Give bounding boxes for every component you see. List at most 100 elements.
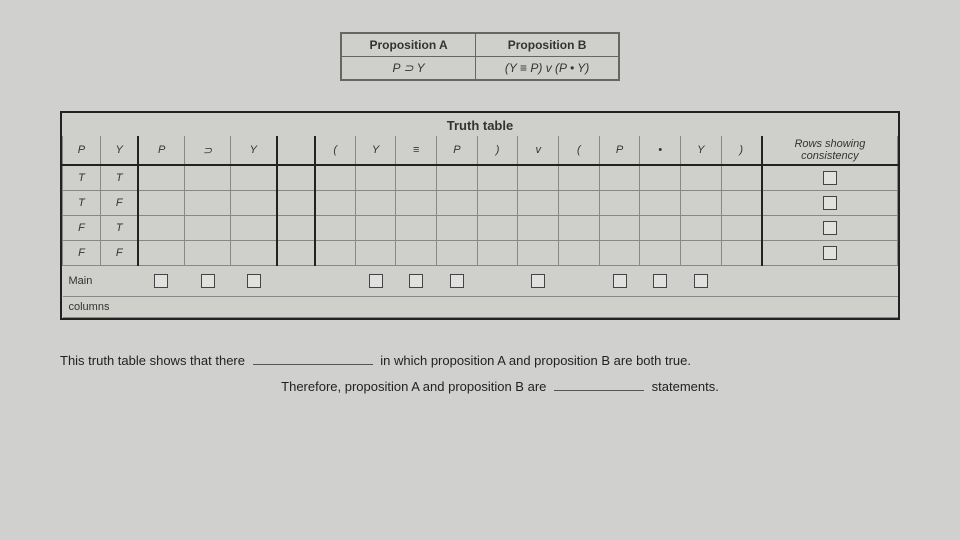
consistency-check[interactable] [762, 216, 898, 241]
cell[interactable] [640, 165, 681, 191]
cell-y: T [100, 165, 138, 191]
main-col-check[interactable] [681, 266, 722, 297]
blank-input-1[interactable] [253, 350, 373, 365]
main-col-check[interactable] [138, 266, 184, 297]
checkbox-icon[interactable] [823, 221, 837, 235]
main-col-check[interactable] [437, 266, 478, 297]
cell[interactable] [184, 165, 230, 191]
cell[interactable] [184, 241, 230, 266]
cell[interactable] [315, 165, 356, 191]
cell[interactable] [315, 216, 356, 241]
col-b-7: ( [559, 136, 600, 165]
cell[interactable] [437, 216, 478, 241]
cell[interactable] [477, 165, 518, 191]
cell[interactable] [231, 216, 277, 241]
cell[interactable] [681, 216, 722, 241]
fill-in-sentences: This truth table shows that there in whi… [60, 348, 900, 400]
col-y: Y [100, 136, 138, 165]
checkbox-icon[interactable] [613, 274, 627, 288]
cell[interactable] [640, 241, 681, 266]
checkbox-icon[interactable] [154, 274, 168, 288]
cell[interactable] [559, 216, 600, 241]
cell[interactable] [559, 191, 600, 216]
prop-a-header: Proposition A [341, 33, 476, 57]
cell[interactable] [640, 216, 681, 241]
cell[interactable] [231, 165, 277, 191]
cell[interactable] [138, 191, 184, 216]
cell[interactable] [184, 216, 230, 241]
table-row: F T [63, 216, 898, 241]
cell[interactable] [437, 191, 478, 216]
cell[interactable] [477, 191, 518, 216]
cell[interactable] [599, 191, 640, 216]
cell[interactable] [437, 165, 478, 191]
checkbox-icon[interactable] [694, 274, 708, 288]
cell-gap [277, 165, 315, 191]
checkbox-icon[interactable] [823, 171, 837, 185]
checkbox-icon[interactable] [201, 274, 215, 288]
cell[interactable] [721, 191, 762, 216]
main-col-check[interactable] [355, 266, 396, 297]
cell[interactable] [721, 165, 762, 191]
main-col-check[interactable] [184, 266, 230, 297]
cell[interactable] [138, 165, 184, 191]
checkbox-icon[interactable] [653, 274, 667, 288]
s2b: statements. [652, 379, 719, 394]
checkbox-icon[interactable] [409, 274, 423, 288]
cell[interactable] [518, 241, 559, 266]
cell[interactable] [681, 165, 722, 191]
main-columns-row: Main [63, 266, 898, 297]
cell[interactable] [138, 216, 184, 241]
col-p: P [63, 136, 101, 165]
col-b-5: ) [477, 136, 518, 165]
cell[interactable] [640, 191, 681, 216]
columns-label: columns [63, 297, 139, 318]
checkbox-icon[interactable] [823, 246, 837, 260]
main-col-check[interactable] [396, 266, 437, 297]
cell[interactable] [231, 191, 277, 216]
cell[interactable] [518, 165, 559, 191]
cell[interactable] [559, 241, 600, 266]
cell[interactable] [396, 165, 437, 191]
cell[interactable] [477, 216, 518, 241]
cell[interactable] [681, 191, 722, 216]
main-col-check[interactable] [599, 266, 640, 297]
s1a: This truth table shows that there [60, 353, 245, 368]
cell[interactable] [721, 241, 762, 266]
cell[interactable] [559, 165, 600, 191]
checkbox-icon[interactable] [823, 196, 837, 210]
blank-input-2[interactable] [554, 376, 644, 391]
cell[interactable] [355, 191, 396, 216]
cell[interactable] [721, 216, 762, 241]
cell[interactable] [184, 191, 230, 216]
cell[interactable] [355, 165, 396, 191]
consistency-check[interactable] [762, 191, 898, 216]
cell[interactable] [396, 191, 437, 216]
cell[interactable] [518, 191, 559, 216]
consistency-check[interactable] [762, 241, 898, 266]
cell[interactable] [599, 241, 640, 266]
cell[interactable] [315, 191, 356, 216]
cell[interactable] [138, 241, 184, 266]
cell[interactable] [599, 165, 640, 191]
checkbox-icon[interactable] [369, 274, 383, 288]
consistency-check[interactable] [762, 165, 898, 191]
main-col-check[interactable] [518, 266, 559, 297]
cell[interactable] [437, 241, 478, 266]
main-col-check[interactable] [640, 266, 681, 297]
checkbox-icon[interactable] [531, 274, 545, 288]
checkbox-icon[interactable] [450, 274, 464, 288]
cell[interactable] [518, 216, 559, 241]
cell[interactable] [315, 241, 356, 266]
cell[interactable] [681, 241, 722, 266]
cell[interactable] [396, 241, 437, 266]
cell[interactable] [599, 216, 640, 241]
cell-p: F [63, 241, 101, 266]
main-col-check[interactable] [231, 266, 277, 297]
cell[interactable] [477, 241, 518, 266]
cell[interactable] [396, 216, 437, 241]
cell[interactable] [355, 216, 396, 241]
cell[interactable] [355, 241, 396, 266]
checkbox-icon[interactable] [247, 274, 261, 288]
cell[interactable] [231, 241, 277, 266]
